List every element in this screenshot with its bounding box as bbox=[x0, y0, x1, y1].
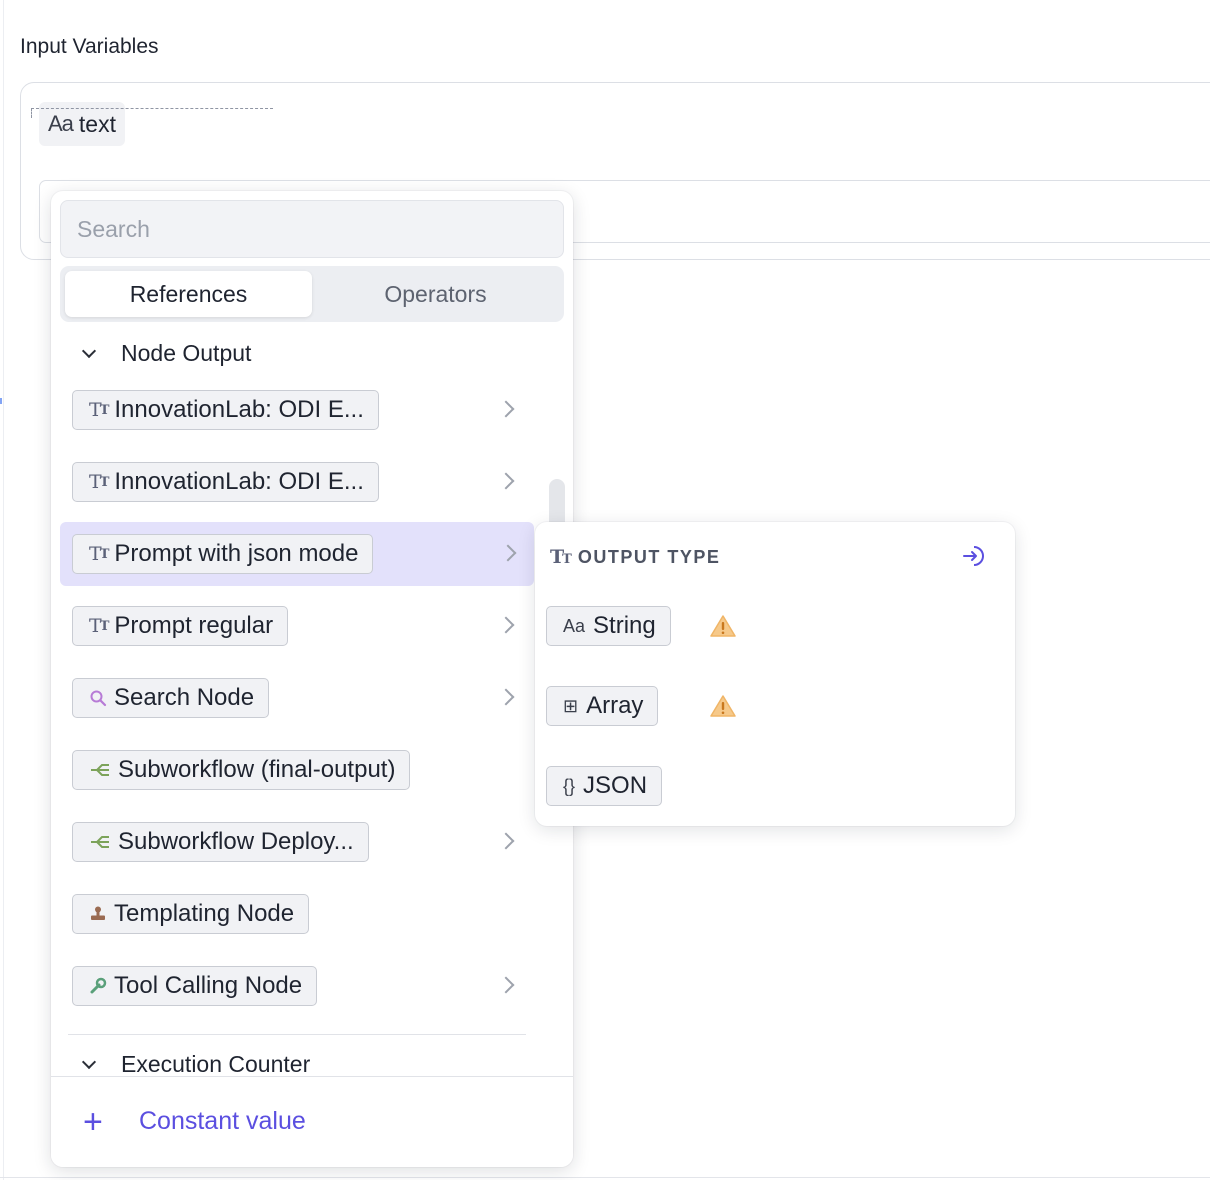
text-type-icon: TT bbox=[89, 399, 109, 421]
list-item[interactable]: Subworkflow Deploy... bbox=[60, 810, 534, 874]
constant-value-label: Constant value bbox=[139, 1107, 306, 1135]
group-label: Execution Counter bbox=[121, 1051, 311, 1077]
list-item[interactable]: Subworkflow (final-output) bbox=[60, 738, 534, 802]
output-type-string[interactable]: Aa String bbox=[546, 606, 671, 646]
node-label: InnovationLab: ODI E... bbox=[114, 468, 364, 495]
node-label: Tool Calling Node bbox=[114, 972, 303, 999]
picker-tabs: References Operators bbox=[60, 266, 564, 322]
node-label: Subworkflow Deploy... bbox=[118, 828, 354, 855]
constant-value-button[interactable]: + Constant value bbox=[51, 1076, 573, 1167]
chevron-right-icon[interactable] bbox=[497, 688, 515, 706]
tab-references[interactable]: References bbox=[65, 271, 312, 317]
panel-left-border bbox=[3, 0, 4, 1180]
node-label: Subworkflow (final-output) bbox=[118, 756, 396, 783]
chevron-right-icon[interactable] bbox=[497, 832, 515, 850]
list-item[interactable]: Tool Calling Node bbox=[60, 954, 534, 1018]
node-chip: Tool Calling Node bbox=[72, 966, 318, 1006]
group-execution-counter[interactable]: Execution Counter bbox=[79, 1051, 310, 1078]
list-item[interactable]: Search Node bbox=[60, 666, 534, 730]
group-node-output[interactable]: Node Output bbox=[79, 340, 251, 367]
chevron-right-icon[interactable] bbox=[497, 472, 515, 490]
warning-icon bbox=[709, 694, 737, 723]
type-label: JSON bbox=[583, 772, 648, 799]
text-type-icon: TT bbox=[89, 615, 109, 637]
list-item[interactable]: TT InnovationLab: ODI E... bbox=[60, 450, 534, 514]
chevron-right-icon[interactable] bbox=[497, 400, 515, 418]
text-type-icon: TT bbox=[89, 471, 109, 493]
node-label: Templating Node bbox=[114, 900, 295, 927]
divider bbox=[68, 1034, 526, 1035]
chevron-down-icon bbox=[81, 343, 97, 358]
text-type-icon: TT bbox=[89, 543, 109, 565]
search-input[interactable] bbox=[60, 200, 564, 258]
subworkflow-icon bbox=[89, 834, 111, 850]
array-type-icon: ⊞ bbox=[563, 695, 579, 716]
list-item[interactable]: TT Prompt regular bbox=[60, 594, 534, 658]
panel-bottom-border bbox=[0, 1177, 1210, 1178]
select-arrow-icon[interactable] bbox=[961, 544, 985, 573]
group-label: Node Output bbox=[121, 340, 252, 366]
warning-icon bbox=[709, 614, 737, 643]
plus-icon: + bbox=[83, 1103, 103, 1141]
output-type-submenu: TT OUTPUT TYPE Aa String ⊞ Array {} JSON bbox=[535, 522, 1015, 826]
node-chip: TT InnovationLab: ODI E... bbox=[72, 462, 379, 502]
node-label: Prompt regular bbox=[114, 612, 274, 639]
node-chip: TT Prompt regular bbox=[72, 606, 289, 646]
type-label: Array bbox=[586, 692, 644, 719]
type-label: String bbox=[593, 612, 656, 639]
json-type-icon: {} bbox=[563, 775, 576, 796]
node-chip: Subworkflow (final-output) bbox=[72, 750, 411, 790]
node-label: InnovationLab: ODI E... bbox=[114, 396, 364, 423]
section-title: Input Variables bbox=[20, 35, 159, 58]
node-chip: Subworkflow Deploy... bbox=[72, 822, 369, 862]
submenu-header: TT OUTPUT TYPE bbox=[550, 546, 720, 568]
edge-marker bbox=[0, 398, 2, 404]
string-type-icon: Aa bbox=[563, 615, 586, 636]
chevron-down-icon bbox=[81, 1054, 97, 1069]
node-label: Search Node bbox=[114, 684, 255, 711]
subworkflow-icon bbox=[89, 762, 111, 778]
stamp-icon bbox=[89, 905, 107, 923]
chevron-right-icon[interactable] bbox=[497, 616, 515, 634]
tab-operators[interactable]: Operators bbox=[312, 271, 559, 317]
node-chip: TT InnovationLab: ODI E... bbox=[72, 390, 379, 430]
output-type-json[interactable]: {} JSON bbox=[546, 766, 663, 806]
chevron-right-icon[interactable] bbox=[499, 544, 517, 562]
list-item[interactable]: TT InnovationLab: ODI E... bbox=[60, 378, 534, 442]
node-chip: Templating Node bbox=[72, 894, 310, 934]
focus-outline bbox=[31, 108, 273, 118]
search-icon bbox=[89, 689, 107, 707]
node-chip: TT Prompt with json mode bbox=[72, 534, 374, 574]
output-type-array[interactable]: ⊞ Array bbox=[546, 686, 659, 726]
chevron-right-icon[interactable] bbox=[497, 976, 515, 994]
node-label: Prompt with json mode bbox=[114, 540, 359, 567]
list-item[interactable]: Templating Node bbox=[60, 882, 534, 946]
node-chip: Search Node bbox=[72, 678, 270, 718]
list-item-highlighted[interactable]: TT Prompt with json mode bbox=[60, 522, 534, 586]
text-type-icon: TT bbox=[550, 546, 572, 568]
reference-picker: References Operators Node Output TT Inno… bbox=[51, 191, 573, 1167]
submenu-title: OUTPUT TYPE bbox=[577, 546, 721, 567]
wrench-icon bbox=[89, 977, 107, 995]
